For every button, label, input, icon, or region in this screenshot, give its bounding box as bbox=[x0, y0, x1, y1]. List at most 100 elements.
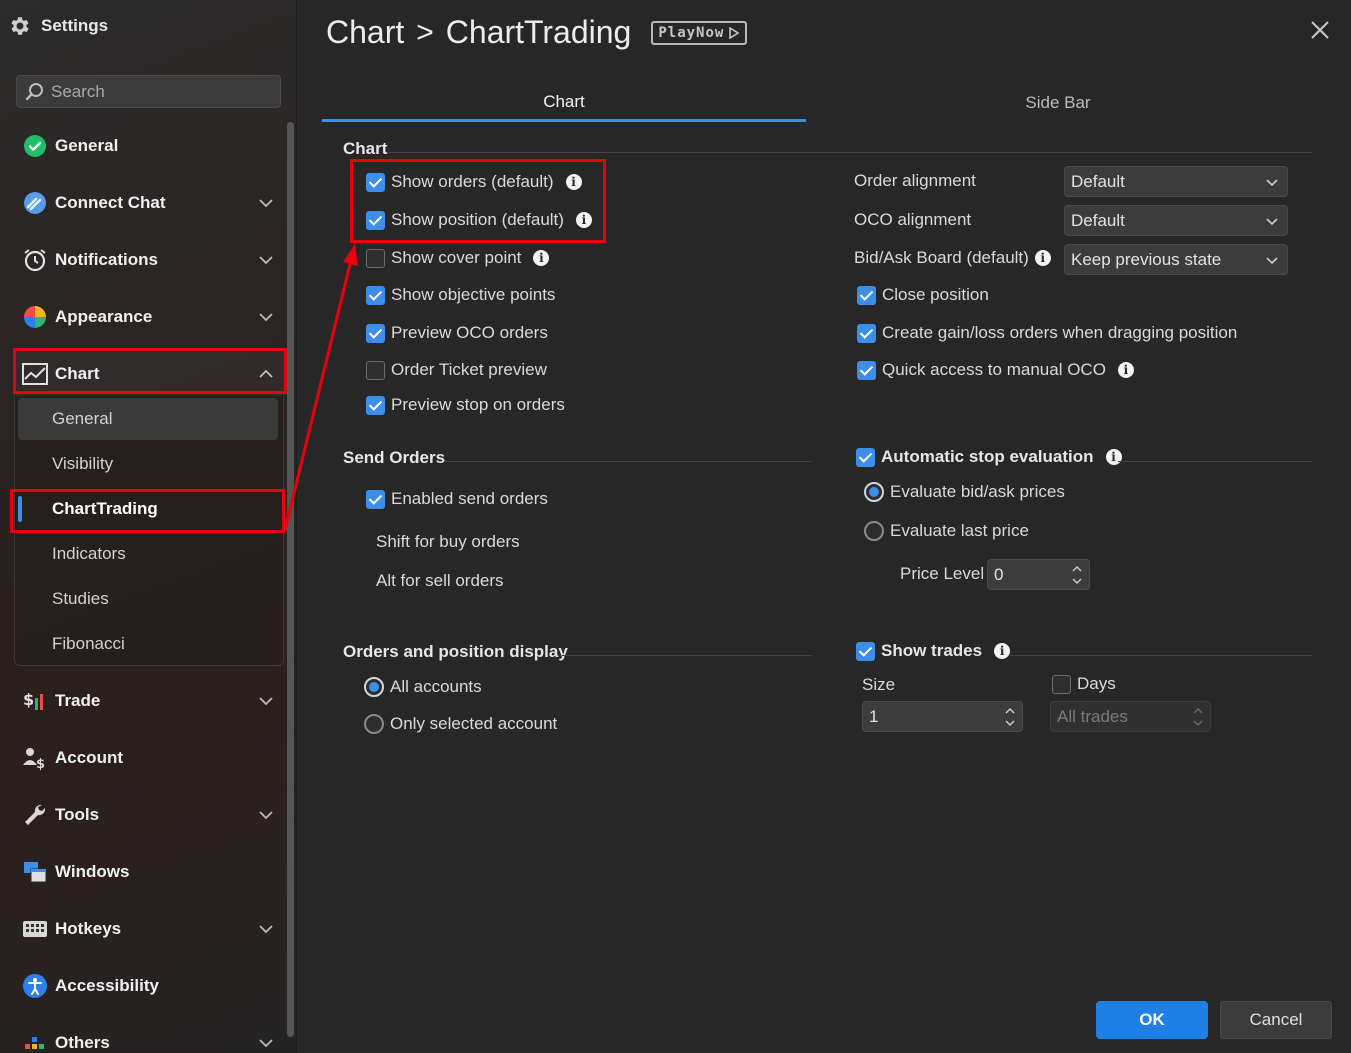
color-wheel-icon bbox=[22, 304, 48, 330]
tab-side-bar[interactable]: Side Bar bbox=[816, 84, 1300, 122]
sidebar-item-hotkeys[interactable]: Hotkeys bbox=[14, 907, 286, 951]
option-label: Quick access to manual OCO bbox=[882, 360, 1106, 379]
order-ticket-preview-checkbox[interactable] bbox=[366, 360, 385, 380]
info-icon[interactable]: i bbox=[533, 250, 550, 266]
show-objective-points-checkbox[interactable] bbox=[366, 285, 385, 305]
chevron-down-icon[interactable] bbox=[258, 309, 274, 325]
sidebar-item-account[interactable]: $ Account bbox=[14, 736, 286, 780]
show-cover-point-checkbox[interactable] bbox=[366, 248, 385, 268]
oco-alignment-select[interactable]: Default bbox=[1064, 205, 1288, 236]
sub-item-visibility[interactable]: Visibility bbox=[18, 443, 278, 485]
section-divider bbox=[1010, 655, 1312, 656]
evaluate-last-price-radio[interactable] bbox=[864, 521, 884, 541]
sidebar-item-accessibility[interactable]: Accessibility bbox=[14, 964, 286, 1008]
sidebar-item-notifications[interactable]: Notifications bbox=[14, 238, 286, 282]
svg-text:$: $ bbox=[23, 690, 34, 709]
option-close-position[interactable]: Close position bbox=[857, 285, 989, 305]
option-preview-oco-orders[interactable]: Preview OCO orders bbox=[366, 323, 548, 343]
option-evaluate-last-price[interactable]: Evaluate last price bbox=[864, 521, 1029, 541]
show-trades-checkbox[interactable] bbox=[856, 641, 875, 661]
sidebar-scrollbar[interactable] bbox=[287, 122, 294, 1037]
chevron-down-icon[interactable] bbox=[258, 921, 274, 937]
preview-stop-on-orders-checkbox[interactable] bbox=[366, 395, 385, 415]
sidebar-item-tools[interactable]: Tools bbox=[14, 793, 286, 837]
close-position-checkbox[interactable] bbox=[857, 285, 876, 305]
section-title-text: Orders and position display bbox=[343, 642, 568, 661]
only-selected-account-radio[interactable] bbox=[364, 714, 384, 734]
chevron-down-icon bbox=[1266, 257, 1278, 265]
breadcrumb-parent[interactable]: Chart bbox=[326, 14, 404, 51]
option-days[interactable]: Days bbox=[1052, 674, 1116, 694]
option-automatic-stop-evaluation[interactable]: Automatic stop evaluation i bbox=[856, 447, 1122, 467]
chevron-down-icon[interactable] bbox=[258, 807, 274, 823]
option-label: Order Ticket preview bbox=[391, 360, 547, 379]
quick-access-oco-checkbox[interactable] bbox=[857, 360, 876, 380]
tab-label: Chart bbox=[543, 91, 585, 111]
option-enabled-send-orders[interactable]: Enabled send orders bbox=[366, 489, 548, 509]
sidebar-item-windows[interactable]: Windows bbox=[14, 850, 286, 894]
option-label: Close position bbox=[882, 285, 989, 304]
sidebar-item-label: Windows bbox=[55, 862, 130, 881]
chevron-down-icon[interactable] bbox=[258, 1035, 274, 1051]
option-evaluate-bid-ask[interactable]: Evaluate bid/ask prices bbox=[864, 482, 1065, 502]
search-box[interactable] bbox=[16, 75, 281, 108]
sidebar-item-label: Hotkeys bbox=[55, 919, 122, 938]
option-order-ticket-preview[interactable]: Order Ticket preview bbox=[366, 360, 547, 380]
bid-ask-board-select[interactable]: Keep previous state bbox=[1064, 244, 1288, 275]
sidebar-item-appearance[interactable]: Appearance bbox=[14, 295, 286, 339]
option-create-gain-loss[interactable]: Create gain/loss orders when dragging po… bbox=[857, 323, 1237, 343]
tab-label: Side Bar bbox=[1025, 93, 1091, 112]
annotation-box-charttrading bbox=[10, 489, 285, 533]
alarm-clock-icon bbox=[22, 247, 48, 273]
accessibility-icon bbox=[22, 973, 48, 999]
evaluate-bid-ask-radio[interactable] bbox=[864, 482, 884, 502]
days-checkbox[interactable] bbox=[1052, 674, 1071, 694]
tab-chart[interactable]: Chart bbox=[322, 84, 806, 122]
spin-arrows-icon[interactable] bbox=[1004, 704, 1016, 730]
settings-content: Chart > ChartTrading PlayNow Chart Side … bbox=[298, 0, 1351, 1053]
sub-item-indicators[interactable]: Indicators bbox=[18, 533, 278, 575]
option-label: Show cover point bbox=[391, 248, 522, 267]
close-icon[interactable] bbox=[1308, 18, 1332, 42]
sidebar-item-others[interactable]: Others bbox=[14, 1021, 286, 1053]
all-accounts-radio[interactable] bbox=[364, 677, 384, 697]
spin-arrows-icon[interactable] bbox=[1071, 562, 1083, 588]
sub-item-studies[interactable]: Studies bbox=[18, 578, 278, 620]
search-input[interactable] bbox=[51, 81, 271, 102]
option-all-accounts[interactable]: All accounts bbox=[364, 677, 482, 697]
order-alignment-select[interactable]: Default bbox=[1064, 166, 1288, 197]
option-show-objective-points[interactable]: Show objective points bbox=[366, 285, 555, 305]
sub-item-fibonacci[interactable]: Fibonacci bbox=[18, 623, 278, 665]
button-label: Cancel bbox=[1249, 1010, 1303, 1029]
chevron-down-icon[interactable] bbox=[258, 693, 274, 709]
option-show-cover-point[interactable]: Show cover point i bbox=[366, 248, 550, 268]
preview-oco-orders-checkbox[interactable] bbox=[366, 323, 385, 343]
chevron-down-icon[interactable] bbox=[258, 195, 274, 211]
automatic-stop-checkbox[interactable] bbox=[856, 447, 875, 467]
sidebar-item-connect-chat[interactable]: Connect Chat bbox=[14, 181, 286, 225]
sidebar-item-trade[interactable]: $ Trade bbox=[14, 679, 286, 723]
check-circle-icon bbox=[22, 133, 48, 159]
gear-icon bbox=[11, 17, 29, 35]
select-value: Keep previous state bbox=[1071, 249, 1222, 269]
info-icon[interactable]: i bbox=[1117, 362, 1134, 378]
option-quick-access-oco[interactable]: Quick access to manual OCO i bbox=[857, 360, 1134, 380]
info-icon[interactable]: i bbox=[994, 643, 1011, 659]
info-icon[interactable]: i bbox=[1105, 449, 1122, 465]
option-show-trades[interactable]: Show trades i bbox=[856, 641, 1011, 661]
enabled-send-orders-checkbox[interactable] bbox=[366, 489, 385, 509]
create-gain-loss-checkbox[interactable] bbox=[857, 323, 876, 343]
cancel-button[interactable]: Cancel bbox=[1220, 1001, 1332, 1039]
tab-bar: Chart Side Bar bbox=[322, 84, 1312, 122]
ok-button[interactable]: OK bbox=[1096, 1001, 1208, 1039]
option-only-selected-account[interactable]: Only selected account bbox=[364, 714, 557, 734]
option-preview-stop-on-orders[interactable]: Preview stop on orders bbox=[366, 395, 565, 415]
chevron-down-icon[interactable] bbox=[258, 252, 274, 268]
playnow-badge[interactable]: PlayNow bbox=[651, 20, 748, 45]
size-stepper[interactable]: 1 bbox=[862, 701, 1023, 732]
playnow-label: PlayNow bbox=[658, 24, 725, 41]
price-level-stepper[interactable]: 0 bbox=[987, 559, 1090, 590]
info-icon[interactable]: i bbox=[1034, 250, 1051, 266]
sidebar-item-general[interactable]: General bbox=[14, 124, 286, 168]
sub-item-general[interactable]: General bbox=[18, 398, 278, 440]
